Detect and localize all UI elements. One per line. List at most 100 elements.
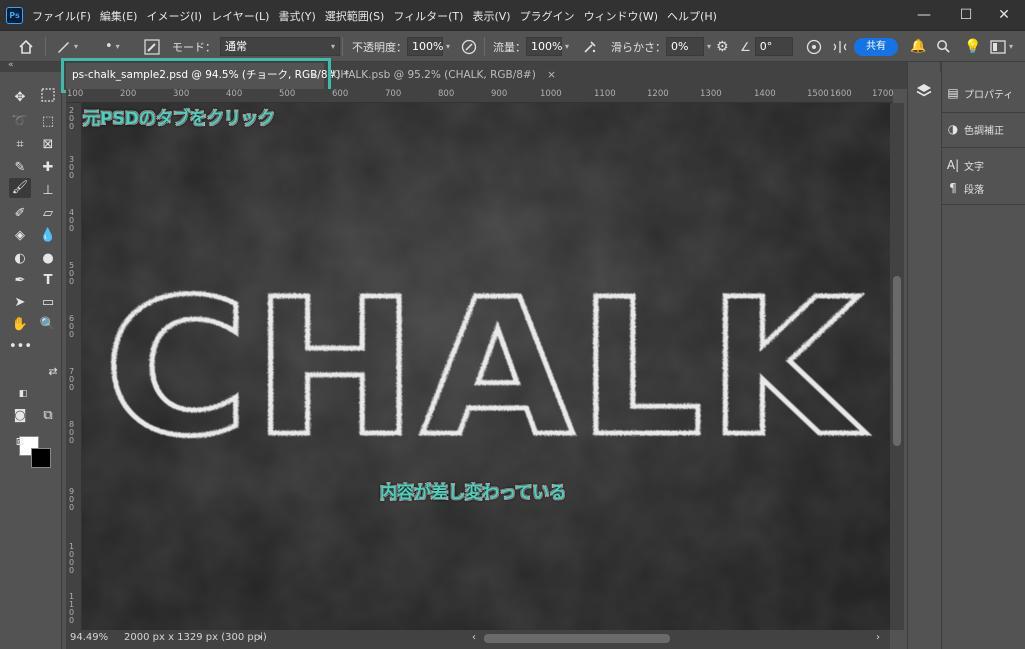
bell-icon[interactable]: 🔔 [910,31,926,62]
menu-window[interactable]: ウィンドウ(W) [584,8,658,24]
menu-help[interactable]: ヘルプ(H) [667,8,717,24]
ruler-label: 1100 [594,89,616,99]
chevron-down-icon[interactable]: ▾ [707,42,711,51]
collapse-toolbar-icon[interactable]: « [8,60,14,70]
ruler-label: 2 0 0 [69,106,75,131]
zoom-level[interactable]: 94.49% [70,632,108,643]
healing-brush-tool-icon[interactable]: ✚ [37,158,59,178]
photoshop-logo: Ps [6,7,23,24]
lasso-tool-icon[interactable]: ➰ [9,112,31,132]
adjustments-icon: ◑ [947,122,959,136]
paint-bucket-tool-icon[interactable]: ◈ [9,226,31,246]
marquee-tool-icon[interactable] [37,88,59,108]
angle-icon: ∠ [740,39,751,54]
pressure-size-icon[interactable] [806,31,822,62]
pen-tool-icon[interactable]: ✒ [9,271,31,291]
background-color-swatch[interactable] [31,448,51,468]
hand-tool-icon[interactable]: ✋ [9,315,31,335]
menu-select[interactable]: 選択範囲(S) [325,8,385,24]
dodge-tool-icon[interactable]: ◐ [9,249,31,269]
eyedropper-tool-icon[interactable]: ✎ [9,158,31,178]
mode-select[interactable]: 通常 ▾ [220,37,340,56]
close-icon[interactable]: × [547,69,556,81]
horizontal-scroll-thumb[interactable] [484,634,670,643]
character-icon: A| [946,158,960,172]
home-icon[interactable] [18,31,34,62]
mode-label: モード： [172,40,216,54]
panel-label: 色調補正 [964,125,1004,137]
vertical-scroll-thumb[interactable] [893,276,901,446]
scroll-right-icon[interactable]: › [876,632,880,643]
pressure-opacity-icon[interactable] [461,31,477,62]
ruler-label: 300 [173,89,190,99]
type-tool-icon[interactable]: T [37,271,59,291]
eraser-tool-icon[interactable]: ▱ [37,204,59,224]
panel-divider [942,204,1025,205]
screen-mode-icon[interactable]: ⧉ [37,406,59,426]
panel-label: 文字 [964,161,984,173]
maximize-button[interactable]: ☐ [946,0,986,31]
menu-type[interactable]: 書式(Y) [278,8,315,24]
object-selection-tool-icon[interactable]: ⬚ [37,112,59,132]
angle-input[interactable]: 0° [754,37,793,56]
gear-icon[interactable]: ⚙ [716,31,729,62]
zoom-tool-icon[interactable]: 🔍 [37,315,59,335]
panel-character[interactable]: A| 文字 [942,154,1025,176]
document-canvas[interactable]: CHALK [82,103,890,630]
move-tool-icon[interactable]: ✥ [9,88,31,108]
menu-layer[interactable]: レイヤー(L) [211,8,269,24]
blur-tool-icon[interactable]: 💧 [37,226,59,246]
layers-icon[interactable] [915,82,933,104]
swap-colors-icon[interactable]: ⇄ [42,362,64,382]
menu-plugins[interactable]: プラグイン [520,8,575,24]
flow-input[interactable]: 100% [526,37,562,56]
panel-divider [942,112,1025,113]
menu-image[interactable]: イメージ(I) [146,8,202,24]
tab-chalk-psb[interactable]: CHALK.psb @ 95.2% (CHALK, RGB/8#) × [333,63,556,89]
scroll-left-icon[interactable]: ‹ [472,632,476,643]
close-window-button[interactable]: ✕ [984,0,1024,31]
panel-paragraph[interactable]: ¶ 段落 [942,177,1025,199]
brush-tool-icon[interactable]: 🖌 [9,178,31,198]
menu-file[interactable]: ファイル(F) [32,8,91,24]
lightbulb-icon[interactable]: 💡 [964,31,981,62]
clone-stamp-tool-icon[interactable]: ⊥ [37,181,59,201]
sponge-tool-icon[interactable]: ● [37,249,59,269]
smoothing-input[interactable]: 0% [666,37,704,56]
quick-mask-icon[interactable]: ◙ [9,406,31,426]
properties-icon: ▤ [947,86,959,100]
airbrush-icon[interactable] [582,31,598,62]
chevron-down-icon[interactable]: ▾ [446,42,450,51]
minimize-button[interactable]: — [904,0,944,31]
opacity-label: 不透明度： [352,40,407,54]
symmetry-icon[interactable] [832,31,848,62]
search-icon[interactable] [936,31,951,62]
menu-view[interactable]: 表示(V) [472,8,510,24]
frame-tool-icon[interactable]: ⊠ [37,135,59,155]
crop-tool-icon[interactable]: ⌗ [9,135,31,155]
ruler-label: 1300 [700,89,722,99]
document-info: 2000 px x 1329 px (300 ppi) [124,632,267,643]
more-tools-icon[interactable]: ••• [9,337,32,357]
artboard-icon[interactable]: ⧈ [9,432,31,452]
path-selection-tool-icon[interactable]: ➤ [9,293,31,313]
ruler-label: 1700 [872,89,894,99]
rectangle-tool-icon[interactable]: ▭ [37,293,59,313]
ruler-label: 700 [385,89,402,99]
ruler-label: 100 [67,89,84,99]
chevron-down-icon[interactable]: ▾ [565,42,569,51]
tab-label: CHALK.psb @ 95.2% (CHALK, RGB/8#) [333,69,536,81]
ruler-label: 5 0 0 [69,261,75,286]
angle-control: ∠ 0° [740,31,793,62]
chevron-right-icon[interactable]: › [258,632,262,643]
workspace-icon[interactable]: ▾ [990,31,1013,62]
share-button[interactable]: 共有 [854,38,898,56]
menu-edit[interactable]: 編集(E) [100,8,138,24]
opacity-input[interactable]: 100% [407,37,443,56]
history-brush-tool-icon[interactable]: ✐ [9,204,31,224]
default-colors-icon[interactable]: ◧ [12,384,34,404]
panel-properties[interactable]: ▤ プロパティ [942,82,1025,104]
menu-filter[interactable]: フィルター(T) [393,8,463,24]
paragraph-icon: ¶ [949,181,957,195]
panel-adjustments[interactable]: ◑ 色調補正 [942,118,1025,140]
